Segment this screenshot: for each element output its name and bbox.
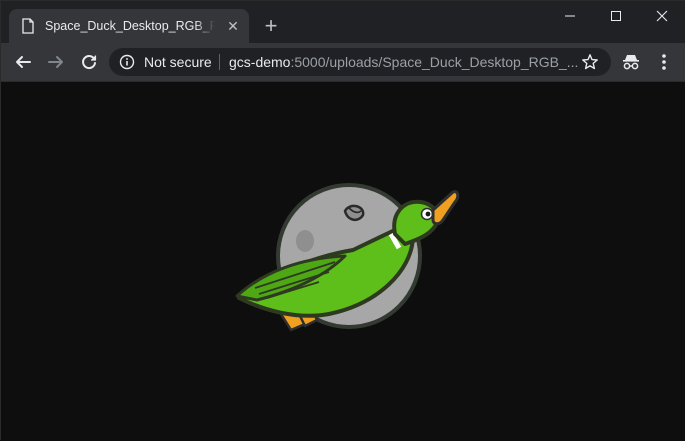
- maximize-button[interactable]: [593, 1, 639, 31]
- incognito-icon: [623, 55, 639, 70]
- active-tab[interactable]: Space_Duck_Desktop_RGB_PNG.png ✕: [9, 9, 249, 43]
- title-bar: Space_Duck_Desktop_RGB_PNG.png ✕ +: [1, 1, 685, 43]
- window-close-icon: [656, 10, 668, 22]
- minimize-icon: [565, 15, 575, 17]
- back-button[interactable]: [11, 50, 35, 74]
- info-icon[interactable]: [119, 54, 135, 70]
- url-text[interactable]: gcs-demo:5000/uploads/Space_Duck_Desktop…: [229, 54, 578, 70]
- toolbar: Not secure gcs-demo:5000/uploads/Space_D…: [1, 43, 685, 82]
- address-bar[interactable]: Not secure gcs-demo:5000/uploads/Space_D…: [109, 48, 611, 76]
- security-label[interactable]: Not secure: [144, 54, 212, 70]
- reload-button[interactable]: [77, 50, 101, 74]
- forward-arrow-icon: [48, 56, 63, 68]
- url-path: :5000/uploads/Space_Duck_Desktop_RGB_...: [290, 54, 579, 70]
- incognito-button[interactable]: [619, 50, 643, 74]
- window-close-button[interactable]: [639, 1, 685, 31]
- main-menu-button[interactable]: [652, 50, 676, 74]
- tab-title: Space_Duck_Desktop_RGB_PNG.png: [45, 19, 215, 33]
- address-separator: [219, 54, 220, 70]
- bookmark-star-icon[interactable]: [581, 53, 599, 71]
- page-content: [1, 82, 685, 441]
- browser-window: Space_Duck_Desktop_RGB_PNG.png ✕ +: [0, 0, 685, 441]
- back-arrow-icon: [16, 56, 31, 68]
- reload-icon: [82, 55, 97, 70]
- new-tab-button[interactable]: +: [259, 15, 283, 39]
- maximize-icon: [611, 11, 621, 21]
- file-icon: [22, 18, 34, 34]
- space-duck-image: [235, 183, 460, 332]
- forward-button[interactable]: [44, 50, 68, 74]
- kebab-menu-icon: [662, 54, 666, 70]
- minimize-button[interactable]: [547, 1, 593, 31]
- tab-close-icon[interactable]: ✕: [225, 18, 241, 34]
- url-host: gcs-demo: [229, 54, 291, 70]
